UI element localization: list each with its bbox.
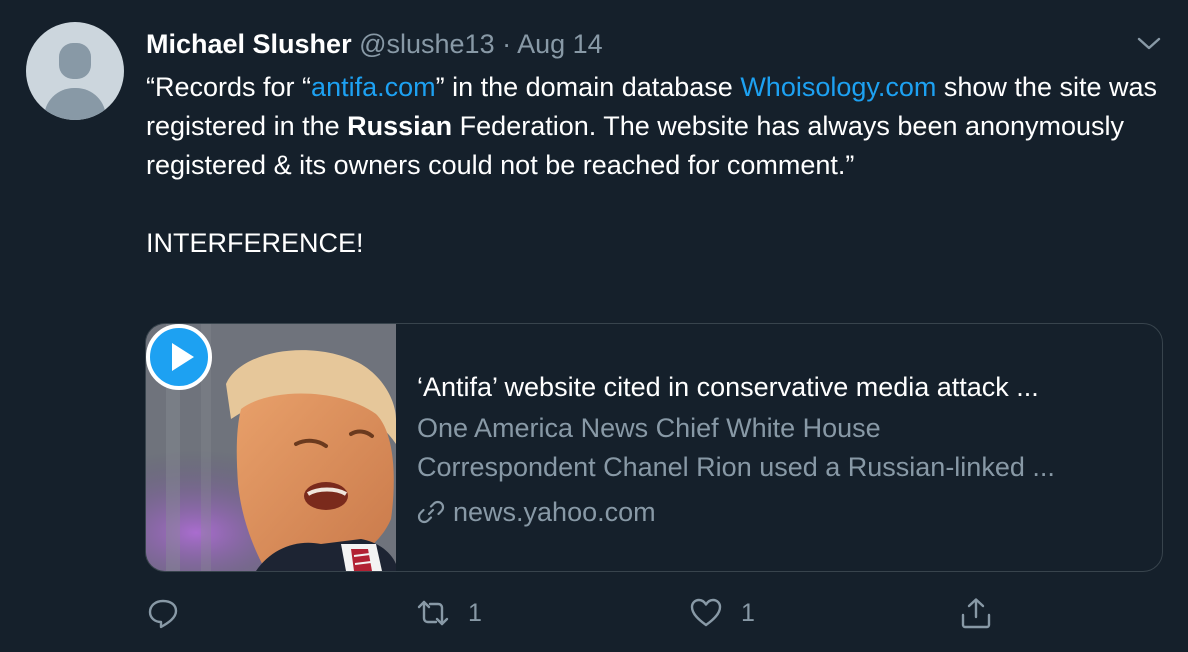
- retweet-icon: [417, 600, 449, 626]
- share-button[interactable]: [959, 594, 993, 632]
- avatar-shoulders: [44, 88, 106, 120]
- link-icon: [417, 500, 445, 523]
- card-title[interactable]: ‘Antifa’ website cited in conservative m…: [417, 368, 1147, 406]
- tweet-date[interactable]: Aug 14: [517, 29, 603, 59]
- card-thumbnail[interactable]: [146, 324, 396, 571]
- link-card[interactable]: ‘Antifa’ website cited in conservative m…: [145, 323, 1163, 572]
- retweet-button[interactable]: 1: [416, 594, 482, 632]
- tweet-paragraph-2: INTERFERENCE!: [146, 228, 364, 258]
- share-icon: [961, 598, 991, 629]
- author-handle[interactable]: @slushe13: [359, 29, 495, 59]
- tweet-header: Michael Slusher @slushe13 · Aug 14: [146, 26, 603, 62]
- tweet-text-part: “Records for “: [146, 72, 312, 102]
- card-description-line: One America News Chief White House: [417, 413, 881, 443]
- reply-icon: [148, 599, 178, 629]
- card-domain[interactable]: news.yahoo.com: [417, 493, 656, 531]
- tweet-text-part: ” in the domain database: [435, 72, 741, 102]
- card-description-line: Correspondent Chanel Rion used a Russian…: [417, 452, 1055, 482]
- avatar-head: [59, 43, 91, 79]
- chevron-down-icon[interactable]: [1136, 34, 1162, 54]
- tweet-bold-word: Russian: [347, 111, 453, 141]
- author-name[interactable]: Michael Slusher: [146, 29, 352, 59]
- whoisology-link[interactable]: Whoisology.com: [740, 72, 936, 102]
- avatar[interactable]: [26, 22, 124, 120]
- play-icon[interactable]: [146, 324, 212, 390]
- tweet-text: “Records for “antifa.com” in the domain …: [146, 68, 1176, 263]
- retweet-count: 1: [468, 598, 482, 627]
- reply-button[interactable]: [146, 594, 198, 632]
- card-domain-text: news.yahoo.com: [453, 497, 656, 527]
- card-description: One America News Chief White House Corre…: [417, 409, 1147, 487]
- like-icon: [690, 598, 722, 627]
- like-count: 1: [741, 598, 755, 627]
- tweet-paragraph-1: “Records for “antifa.com” in the domain …: [146, 68, 1176, 185]
- like-button[interactable]: 1: [689, 594, 755, 632]
- antifa-link[interactable]: antifa.com: [311, 72, 436, 102]
- header-separator: ·: [502, 29, 512, 59]
